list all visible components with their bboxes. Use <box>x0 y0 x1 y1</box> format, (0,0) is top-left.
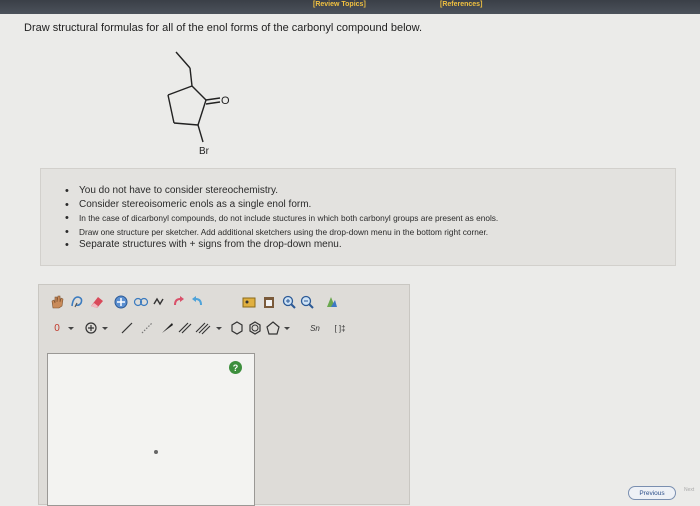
ring-bond-5 <box>191 85 207 101</box>
hand-icon[interactable] <box>49 294 65 310</box>
rule-item: You do not have to consider stereochemis… <box>65 185 675 197</box>
eraser-icon[interactable] <box>89 294 105 310</box>
hexagon-ring-icon[interactable] <box>229 320 245 336</box>
bond-methyl <box>175 51 191 69</box>
ring-bond-3 <box>173 122 199 126</box>
hashed-bond-icon[interactable] <box>139 320 155 336</box>
structure-sketcher: 0 Sn []‡ ? <box>38 284 410 506</box>
previous-button[interactable]: Previous <box>628 486 676 500</box>
bond-ethyl <box>189 67 193 87</box>
redo-icon[interactable] <box>189 294 205 310</box>
lasso-icon[interactable] <box>69 294 85 310</box>
carbonyl-bond-b <box>205 101 221 105</box>
triple-bond-icon[interactable] <box>195 320 211 336</box>
zoom-in-icon[interactable] <box>281 294 297 310</box>
chevron-down-icon[interactable] <box>279 320 295 336</box>
chevron-down-icon[interactable] <box>211 320 227 336</box>
zoom-out-icon[interactable] <box>299 294 315 310</box>
double-bond-icon[interactable] <box>177 320 193 336</box>
bracket-tool[interactable]: [ ]‡ <box>329 320 351 336</box>
question-instruction: Draw structural formulas for all of the … <box>24 22 423 34</box>
sketcher-toolbar-top <box>47 294 407 314</box>
oxygen-atom-label: O <box>221 95 230 107</box>
wedge-bond-icon[interactable] <box>159 320 175 336</box>
review-topics-link[interactable]: [Review Topics] <box>313 1 366 8</box>
rotate-icon[interactable] <box>171 294 187 310</box>
chain-icon[interactable] <box>151 294 167 310</box>
ring-bond-1 <box>167 85 193 96</box>
carbonyl-bond-a <box>205 97 221 101</box>
benzene-ring-icon[interactable] <box>247 320 263 336</box>
rule-item: In the case of dicarbonyl compounds, do … <box>65 212 675 224</box>
sketcher-toolbar-bottom: 0 Sn []‡ <box>47 320 407 340</box>
chevron-down-icon[interactable] <box>63 320 79 336</box>
bromine-bond <box>197 124 204 143</box>
instructions-panel: You do not have to consider stereochemis… <box>40 168 676 266</box>
top-navigation-bar: [Review Topics] [References] <box>0 0 700 14</box>
rule-item: Draw one structure per sketcher. Add add… <box>65 226 675 238</box>
drawing-canvas[interactable] <box>47 353 255 506</box>
zoom-fit-icon[interactable] <box>113 294 129 310</box>
templates-icon[interactable] <box>241 294 257 310</box>
paste-icon[interactable] <box>261 294 277 310</box>
chevron-down-icon[interactable] <box>97 320 113 336</box>
rule-item: Separate structures with + signs from th… <box>65 239 675 251</box>
atom-map-icon[interactable] <box>133 294 149 310</box>
molecule-structure: O Br <box>167 51 230 157</box>
rule-item: Consider stereoisomeric enols as a singl… <box>65 199 675 211</box>
ring-bond-4 <box>197 99 207 126</box>
template-tool[interactable]: Sn <box>305 320 325 336</box>
single-bond-icon[interactable] <box>119 320 135 336</box>
canvas-dot <box>154 450 158 454</box>
bromine-atom-label: Br <box>199 146 210 157</box>
next-button[interactable]: Next <box>684 487 700 499</box>
ring-bond-2 <box>167 94 175 124</box>
clean-structure-icon[interactable] <box>323 294 339 310</box>
help-icon[interactable]: ? <box>229 361 242 374</box>
references-link[interactable]: [References] <box>440 1 482 8</box>
